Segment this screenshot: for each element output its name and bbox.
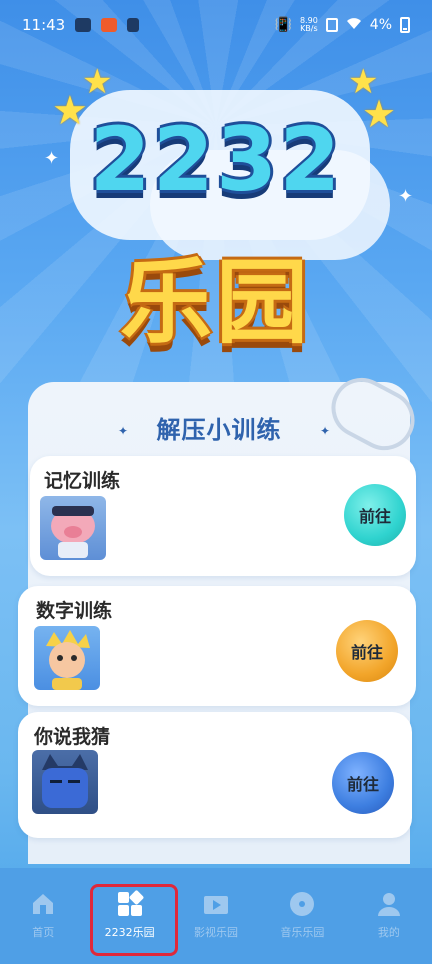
go-button-number[interactable]: 前往 <box>336 620 398 682</box>
training-card-guess[interactable]: 你说我猜 前往 <box>18 712 412 838</box>
tab-mine[interactable]: 我的 <box>346 868 432 964</box>
card-title: 你说我猜 <box>34 726 111 748</box>
cat-character-avatar <box>32 750 98 814</box>
go-button-guess[interactable]: 前往 <box>332 752 394 814</box>
go-button-memory[interactable]: 前往 <box>344 484 406 546</box>
music-disc-icon <box>290 892 315 916</box>
panel-title: 解压小训练 <box>156 416 282 444</box>
card-title: 记忆训练 <box>44 470 121 492</box>
status-time: 11:43 <box>22 16 66 34</box>
pig-character-avatar <box>40 496 106 560</box>
status-bar: 11:43 📳 8.90 KB/s 4% <box>0 0 432 50</box>
tab-film-park[interactable]: 影视乐园 <box>173 868 259 964</box>
bottom-tab-bar: 首页 2232乐园 影视乐园 音乐乐园 我的 <box>0 868 432 964</box>
sim-icon <box>325 18 338 32</box>
active-tab-highlight <box>90 884 178 956</box>
training-card-memory[interactable]: 记忆训练 前往 <box>30 456 416 576</box>
tab-label: 音乐乐园 <box>280 926 325 939</box>
battery-percent: 4% <box>369 17 392 33</box>
tab-label: 我的 <box>377 926 400 939</box>
tab-home[interactable]: 首页 <box>0 868 86 964</box>
training-card-number[interactable]: 数字训练 前往 <box>18 586 416 706</box>
film-icon <box>204 896 229 914</box>
battery-icon <box>400 17 410 33</box>
vibrate-icon: 📳 <box>274 17 292 33</box>
hero-number: 2232 <box>89 108 343 211</box>
boy-character-avatar <box>34 626 100 690</box>
tab-label: 首页 <box>32 926 55 939</box>
network-speed-unit: KB/s <box>300 24 318 33</box>
person-icon <box>377 893 400 916</box>
wifi-icon <box>346 16 362 34</box>
hero-title: 乐园 <box>119 249 312 356</box>
app-notification-icon-3 <box>127 18 140 32</box>
tab-label: 影视乐园 <box>194 926 239 939</box>
card-title: 数字训练 <box>36 600 113 622</box>
tab-music-park[interactable]: 音乐乐园 <box>259 868 345 964</box>
app-notification-icon <box>75 18 92 32</box>
app-notification-icon-2 <box>101 18 118 32</box>
home-icon <box>33 894 54 914</box>
network-speed: 8.90 KB/s <box>300 17 318 33</box>
